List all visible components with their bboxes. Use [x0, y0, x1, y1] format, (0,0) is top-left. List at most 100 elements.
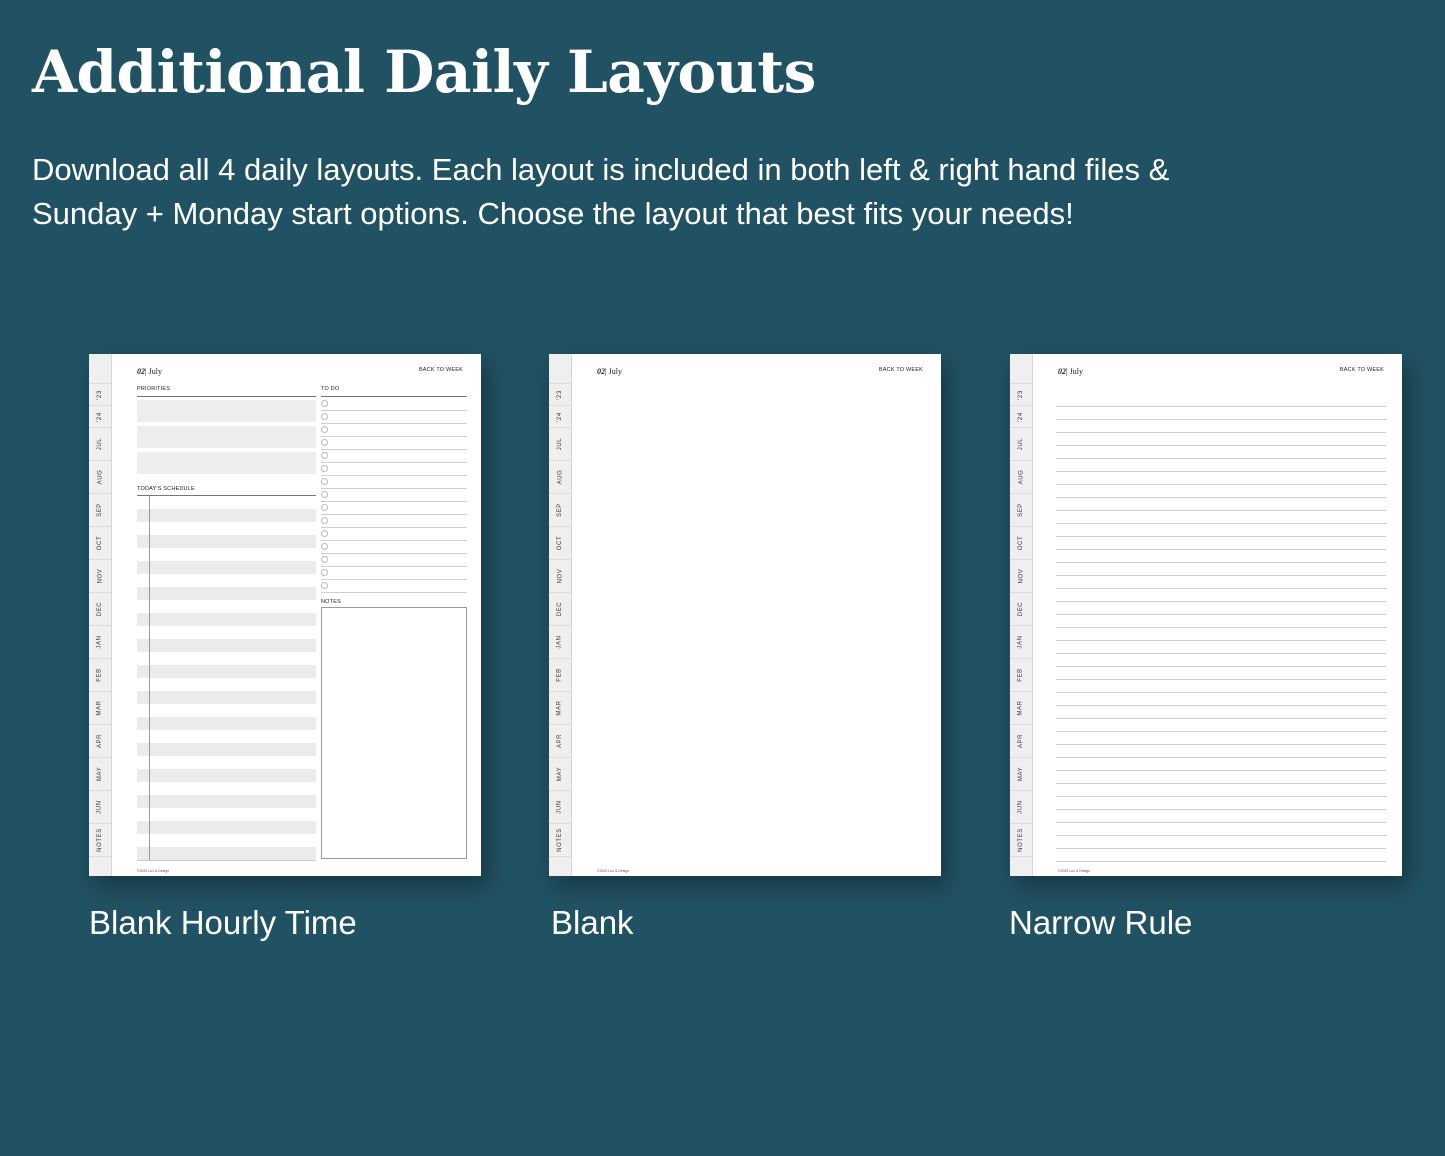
tab-mar[interactable]: MAR — [89, 692, 111, 725]
todo-item[interactable] — [321, 462, 467, 476]
todo-item[interactable] — [321, 410, 467, 424]
tab-jun[interactable]: JUN — [89, 791, 111, 824]
tab-oct[interactable]: OCT — [549, 527, 571, 560]
back-to-week-link[interactable]: BACK TO WEEK — [419, 367, 463, 373]
page-footer: ©2023 Lux & Design — [597, 869, 630, 873]
checkbox-icon[interactable] — [321, 556, 328, 563]
ruled-lines[interactable] — [1056, 394, 1386, 862]
todo-item[interactable] — [321, 553, 467, 567]
tab-year-24[interactable]: '24 — [549, 406, 571, 428]
tab-feb[interactable]: FEB — [1010, 659, 1032, 692]
checkbox-icon[interactable] — [321, 517, 328, 524]
layout-preview-narrow-rule[interactable]: '23 '24 JUL AUG SEP OCT NOV DEC JAN FEB … — [1010, 354, 1402, 876]
checkbox-icon[interactable] — [321, 530, 328, 537]
todo-item[interactable] — [321, 488, 467, 502]
tab-notes[interactable]: NOTES — [549, 824, 571, 857]
tab-feb[interactable]: FEB — [549, 659, 571, 692]
priority-field[interactable] — [137, 452, 316, 474]
todo-item[interactable] — [321, 449, 467, 463]
tab-nov[interactable]: NOV — [549, 560, 571, 593]
priority-field[interactable] — [137, 426, 316, 448]
description-line-1: Download all 4 daily layouts. Each layou… — [32, 152, 1170, 187]
tab-mar[interactable]: MAR — [549, 692, 571, 725]
tab-mar[interactable]: MAR — [1010, 692, 1032, 725]
tab-jul[interactable]: JUL — [1010, 428, 1032, 461]
checkbox-icon[interactable] — [321, 478, 328, 485]
tabs-header — [89, 354, 111, 384]
page-date: 02| July — [1058, 367, 1083, 376]
checkbox-icon[interactable] — [321, 569, 328, 576]
todo-item[interactable] — [321, 501, 467, 515]
page-footer: ©2023 Lux & Design — [137, 869, 170, 873]
tab-dec[interactable]: DEC — [89, 593, 111, 626]
todo-item[interactable] — [321, 527, 467, 541]
tab-aug[interactable]: AUG — [89, 461, 111, 494]
tab-jun[interactable]: JUN — [1010, 791, 1032, 824]
tab-apr[interactable]: APR — [1010, 725, 1032, 758]
checkbox-icon[interactable] — [321, 465, 328, 472]
tab-notes[interactable]: NOTES — [1010, 824, 1032, 857]
tab-apr[interactable]: APR — [89, 725, 111, 758]
checkbox-icon[interactable] — [321, 543, 328, 550]
checkbox-icon[interactable] — [321, 439, 328, 446]
tab-year-24[interactable]: '24 — [89, 406, 111, 428]
tab-jun[interactable]: JUN — [549, 791, 571, 824]
tab-year-23[interactable]: '23 — [549, 384, 571, 406]
tab-jul[interactable]: JUL — [89, 428, 111, 461]
checkbox-icon[interactable] — [321, 413, 328, 420]
todo-item[interactable] — [321, 579, 467, 593]
tab-oct[interactable]: OCT — [89, 527, 111, 560]
hourly-schedule[interactable] — [137, 496, 316, 861]
tab-may[interactable]: MAY — [89, 758, 111, 791]
tab-sep[interactable]: SEP — [549, 494, 571, 527]
tab-sep[interactable]: SEP — [1010, 494, 1032, 527]
tab-aug[interactable]: AUG — [549, 461, 571, 494]
priority-field[interactable] — [137, 400, 316, 422]
tab-year-23[interactable]: '23 — [1010, 384, 1032, 406]
checkbox-icon[interactable] — [321, 491, 328, 498]
layout-caption-narrow-rule: Narrow Rule — [1009, 904, 1193, 941]
checkbox-icon[interactable] — [321, 504, 328, 511]
tab-year-24[interactable]: '24 — [1010, 406, 1032, 428]
tab-feb[interactable]: FEB — [89, 659, 111, 692]
tab-aug[interactable]: AUG — [1010, 461, 1032, 494]
checkbox-icon[interactable] — [321, 400, 328, 407]
tab-jan[interactable]: JAN — [549, 626, 571, 659]
tab-oct[interactable]: OCT — [1010, 527, 1032, 560]
back-to-week-link[interactable]: BACK TO WEEK — [879, 367, 923, 373]
tab-nov[interactable]: NOV — [89, 560, 111, 593]
todo-item[interactable] — [321, 436, 467, 450]
page-description: Download all 4 daily layouts. Each layou… — [32, 148, 1332, 236]
todo-item[interactable] — [321, 514, 467, 528]
tab-dec[interactable]: DEC — [1010, 593, 1032, 626]
todo-label: TO DO — [321, 386, 340, 392]
notes-label: NOTES — [321, 599, 341, 605]
todo-item[interactable] — [321, 397, 467, 411]
layout-preview-hourly[interactable]: '23 '24 JUL AUG SEP OCT NOV DEC JAN FEB … — [89, 354, 481, 876]
tab-year-23[interactable]: '23 — [89, 384, 111, 406]
description-line-2: Sunday + Monday start options. Choose th… — [32, 196, 1074, 231]
todo-item[interactable] — [321, 540, 467, 554]
tab-jul[interactable]: JUL — [549, 428, 571, 461]
todo-item[interactable] — [321, 475, 467, 489]
tab-dec[interactable]: DEC — [549, 593, 571, 626]
tab-notes[interactable]: NOTES — [89, 824, 111, 857]
tab-may[interactable]: MAY — [549, 758, 571, 791]
todo-item[interactable] — [321, 566, 467, 580]
tabs-header — [1010, 354, 1032, 384]
tab-may[interactable]: MAY — [1010, 758, 1032, 791]
tab-sep[interactable]: SEP — [89, 494, 111, 527]
checkbox-icon[interactable] — [321, 426, 328, 433]
back-to-week-link[interactable]: BACK TO WEEK — [1340, 367, 1384, 373]
checkbox-icon[interactable] — [321, 582, 328, 589]
layout-preview-blank[interactable]: '23 '24 JUL AUG SEP OCT NOV DEC JAN FEB … — [549, 354, 941, 876]
page-date: 02| July — [597, 367, 622, 376]
tab-jan[interactable]: JAN — [1010, 626, 1032, 659]
tab-apr[interactable]: APR — [549, 725, 571, 758]
tab-nov[interactable]: NOV — [1010, 560, 1032, 593]
page-date: 02| July — [137, 367, 162, 376]
todo-item[interactable] — [321, 423, 467, 437]
checkbox-icon[interactable] — [321, 452, 328, 459]
tab-jan[interactable]: JAN — [89, 626, 111, 659]
notes-area[interactable] — [321, 607, 467, 859]
